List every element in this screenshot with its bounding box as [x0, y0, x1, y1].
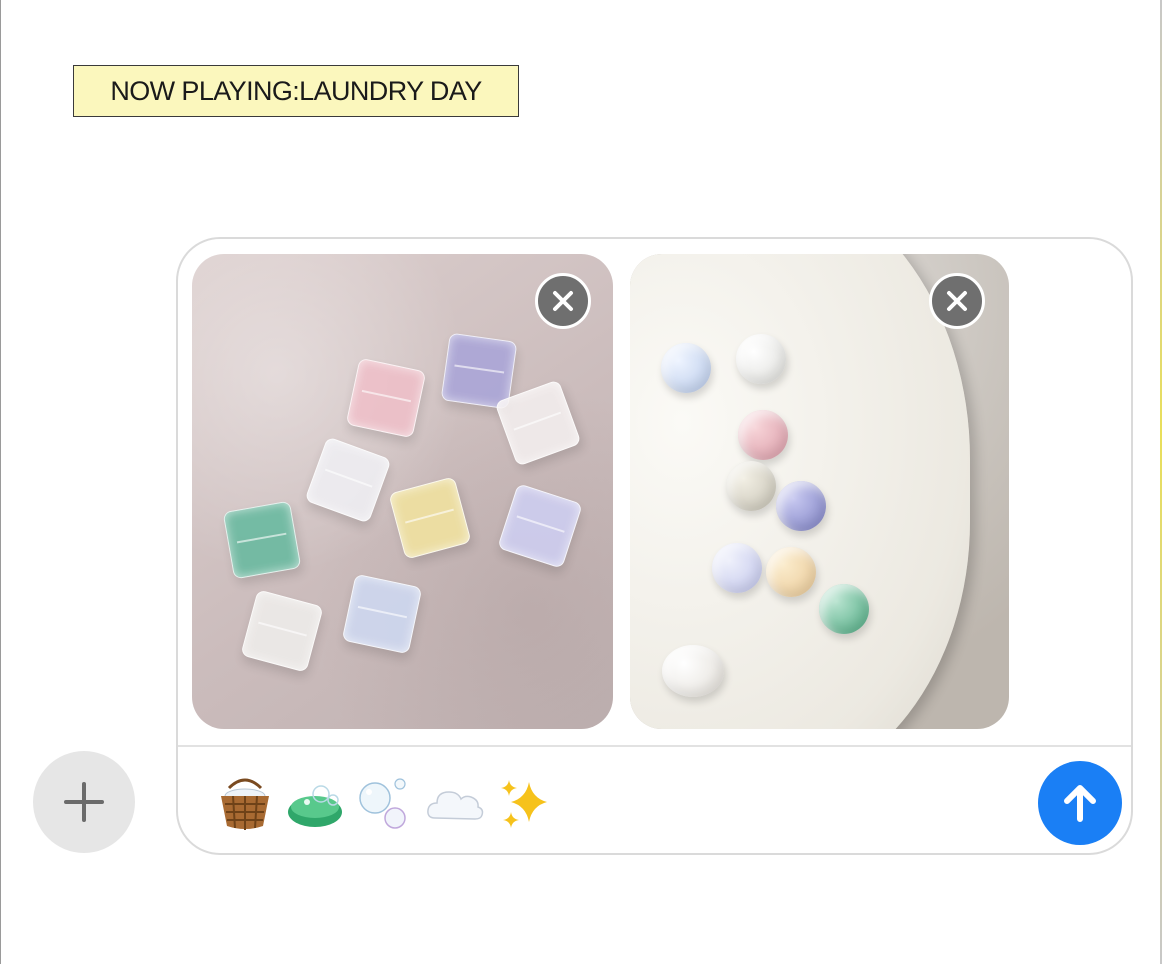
attachment-photo-cubes[interactable] — [192, 254, 613, 729]
cube-glitter — [304, 436, 392, 524]
message-text[interactable] — [214, 769, 556, 839]
bead-white — [662, 645, 724, 697]
cube-clear-2 — [240, 589, 324, 673]
close-icon — [553, 291, 573, 311]
bead-green — [819, 584, 869, 634]
add-attachment-button[interactable] — [33, 751, 135, 853]
soap-emoji — [284, 773, 346, 835]
bead-gray — [726, 461, 776, 511]
bead-peach — [766, 547, 816, 597]
bubbles-emoji — [354, 773, 416, 835]
basket-emoji — [214, 773, 276, 835]
cloud-emoji — [424, 773, 486, 835]
cube-lavender — [497, 483, 583, 569]
attachment-photo-beads[interactable] — [630, 254, 1009, 729]
messages-compose-screen: NOW PLAYING:LAUNDRY DAY — [0, 0, 1162, 964]
bead-pink — [738, 410, 788, 460]
arrow-up-icon — [1064, 785, 1096, 822]
cube-green — [222, 500, 302, 580]
now-playing-banner: NOW PLAYING:LAUNDRY DAY — [73, 65, 519, 117]
bead-clear — [736, 334, 786, 384]
cube-blue — [341, 573, 423, 655]
sparkles-emoji — [494, 773, 556, 835]
send-button[interactable] — [1038, 761, 1122, 845]
composer-divider — [178, 745, 1131, 747]
remove-attachment-button[interactable] — [535, 273, 591, 329]
window-edge-left — [0, 0, 1, 964]
plus-icon — [64, 782, 104, 822]
bead-blue — [661, 343, 711, 393]
bead-lilac — [712, 543, 762, 593]
cube-pink — [345, 357, 427, 439]
cube-yellow — [388, 476, 472, 560]
close-icon — [947, 291, 967, 311]
message-composer[interactable] — [176, 237, 1133, 855]
bead-purple — [776, 481, 826, 531]
remove-attachment-button[interactable] — [929, 273, 985, 329]
